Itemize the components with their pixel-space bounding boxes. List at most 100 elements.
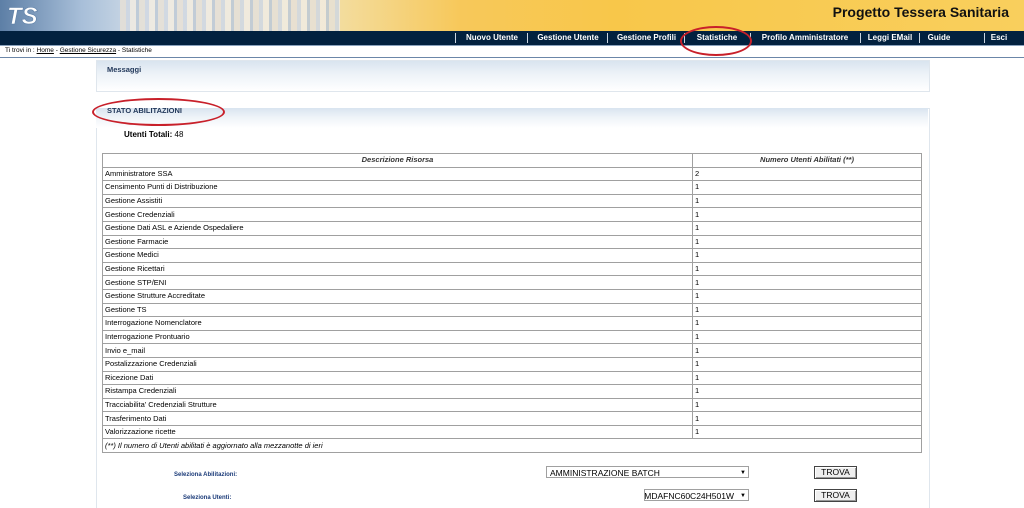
resource-description: Invio e_mail	[102, 343, 693, 358]
resource-description: Gestione TS	[102, 302, 693, 318]
table-row: Gestione Medici 1	[102, 248, 922, 263]
table-row: Gestione TS 1	[102, 302, 922, 318]
resource-description: Gestione Ricettari	[102, 261, 693, 277]
table-row: Gestione Strutture Accreditate 1	[102, 288, 922, 304]
nav-separator	[527, 33, 528, 43]
resources-table: Descrizione Risorsa Numero Utenti Abilit…	[102, 153, 922, 454]
resource-description: Gestione STP/ENI	[102, 275, 693, 290]
resource-user-count: 1	[692, 261, 922, 277]
resource-description: Gestione Dati ASL e Aziende Ospedaliere	[102, 220, 693, 236]
nav-separator	[984, 33, 985, 43]
total-users: Utenti Totali: 48	[124, 130, 183, 139]
resource-description: Gestione Assistiti	[102, 193, 693, 209]
resource-user-count: 1	[692, 207, 922, 222]
breadcrumb-prefix: Ti trovi in :	[5, 47, 35, 54]
dropdown-arrow-icon: ▼	[740, 470, 746, 476]
nav-separator	[860, 33, 861, 43]
total-users-value: 48	[174, 130, 184, 139]
resource-description: Gestione Farmacie	[102, 234, 693, 250]
table-row: Trasferimento Dati 1	[102, 411, 922, 426]
dropdown-arrow-icon: ▼	[740, 493, 746, 499]
table-row: Gestione Ricettari 1	[102, 261, 922, 277]
nav-nuovo-utente[interactable]: Nuovo Utente	[457, 31, 527, 45]
table-body: Amministratore SSA 2 Censimento Punti di D…	[102, 166, 922, 454]
app-title: Progetto Tessera Sanitaria	[832, 4, 1009, 20]
nav-statistiche[interactable]: Statistiche	[686, 31, 748, 45]
svg-text:TS: TS	[7, 3, 38, 29]
resource-description: Trasferimento Dati	[102, 411, 693, 426]
breadcrumb-separator: -	[117, 47, 121, 54]
resource-description: Ricezione Dati	[102, 370, 693, 386]
table-row: Gestione Farmacie 1	[102, 234, 922, 250]
resource-description: Tracciabilita' Credenziali Strutture	[102, 397, 693, 413]
resource-user-count: 1	[692, 180, 922, 195]
resource-description: Censimento Punti di Distribuzione	[102, 180, 693, 195]
breadcrumb-gestione-sicurezza-link[interactable]: Gestione Sicurezza	[60, 47, 116, 54]
resource-description: Gestione Strutture Accreditate	[102, 288, 693, 304]
nav-leggi-email[interactable]: Leggi EMail	[862, 31, 918, 45]
resource-user-count: 1	[692, 234, 922, 250]
trova-utenti-button[interactable]: TROVA	[814, 489, 857, 502]
resource-description: Valorizzazione ricette	[102, 424, 693, 440]
trova-abilitazioni-button[interactable]: TROVA	[814, 466, 857, 479]
table-row: Postalizzazione Credenziali 1	[102, 356, 922, 372]
total-users-label: Utenti Totali:	[124, 130, 173, 139]
table-row: Interrogazione Prontuario 1	[102, 329, 922, 345]
nav-separator	[684, 33, 685, 43]
nav-gestione-utente[interactable]: Gestione Utente	[529, 31, 607, 45]
resource-description: Interrogazione Prontuario	[102, 329, 693, 345]
resource-user-count: 1	[692, 356, 922, 372]
resource-description: Ristampa Credenziali	[102, 384, 693, 399]
abilitazioni-select[interactable]: AMMINISTRAZIONE BATCH ▼	[546, 466, 749, 478]
table-row: Censimento Punti di Distribuzione 1	[102, 180, 922, 195]
resource-user-count: 1	[692, 193, 922, 209]
nav-gestione-profili[interactable]: Gestione Profili	[609, 31, 684, 45]
resource-user-count: 1	[692, 411, 922, 426]
banner-image	[120, 0, 340, 31]
resource-user-count: 1	[692, 220, 922, 236]
table-header-row: Descrizione Risorsa Numero Utenti Abilit…	[102, 153, 922, 168]
breadcrumb-home-link[interactable]: Home	[37, 47, 54, 54]
abilitazioni-select-value: AMMINISTRAZIONE BATCH	[550, 468, 660, 478]
table-row: Gestione Dati ASL e Aziende Ospedaliere 1	[102, 220, 922, 236]
status-panel-header	[96, 108, 928, 128]
nav-profilo-amministratore[interactable]: Profilo Amministratore	[752, 31, 858, 45]
resource-description: Postalizzazione Credenziali	[102, 356, 693, 372]
col-header-descrizione: Descrizione Risorsa	[102, 153, 693, 168]
resource-user-count: 1	[692, 424, 922, 440]
header-banner: TS Progetto Tessera Sanitaria	[0, 0, 1024, 31]
table-row: Interrogazione Nomenclatore 1	[102, 316, 922, 331]
nav-separator	[919, 33, 920, 43]
resource-user-count: 1	[692, 343, 922, 358]
resource-user-count: 1	[692, 302, 922, 318]
main-navbar: Nuovo Utente Gestione Utente Gestione Pr…	[0, 31, 1024, 46]
breadcrumb: Ti trovi in : Home - Gestione Sicurezza …	[5, 47, 152, 54]
table-footnote: (**) Il numero di Utenti abilitati è agg…	[102, 438, 922, 454]
resource-user-count: 1	[692, 275, 922, 290]
table-row: Gestione STP/ENI 1	[102, 275, 922, 290]
table-row: Gestione Assistiti 1	[102, 193, 922, 209]
breadcrumb-separator: -	[55, 47, 58, 54]
table-note-row: (**) Il numero di Utenti abilitati è agg…	[102, 438, 922, 454]
table-row: Valorizzazione ricette 1	[102, 424, 922, 440]
nav-esci[interactable]: Esci	[986, 31, 1012, 45]
abilitazioni-label: Seleziona Abilitazioni:	[174, 472, 238, 478]
table-row: Amministratore SSA 2	[102, 166, 922, 182]
messages-panel	[96, 60, 930, 92]
nav-separator	[607, 33, 608, 43]
breadcrumb-divider	[0, 57, 1024, 58]
messages-title: Messaggi	[107, 65, 142, 74]
resource-description: Interrogazione Nomenclatore	[102, 316, 693, 331]
breadcrumb-current: Statistiche	[121, 47, 152, 54]
nav-separator	[455, 33, 456, 43]
nav-separator	[750, 33, 751, 43]
nav-guide[interactable]: Guide	[921, 31, 957, 45]
table-row: Tracciabilita' Credenziali Strutture 1	[102, 397, 922, 413]
resource-user-count: 2	[692, 166, 922, 182]
utenti-select-value: MDAFNC60C24H501W	[644, 491, 734, 501]
resource-user-count: 1	[692, 288, 922, 304]
table-row: Ricezione Dati 1	[102, 370, 922, 386]
utenti-select[interactable]: MDAFNC60C24H501W ▼	[644, 489, 749, 501]
resource-user-count: 1	[692, 248, 922, 263]
resource-description: Gestione Credenziali	[102, 207, 693, 222]
